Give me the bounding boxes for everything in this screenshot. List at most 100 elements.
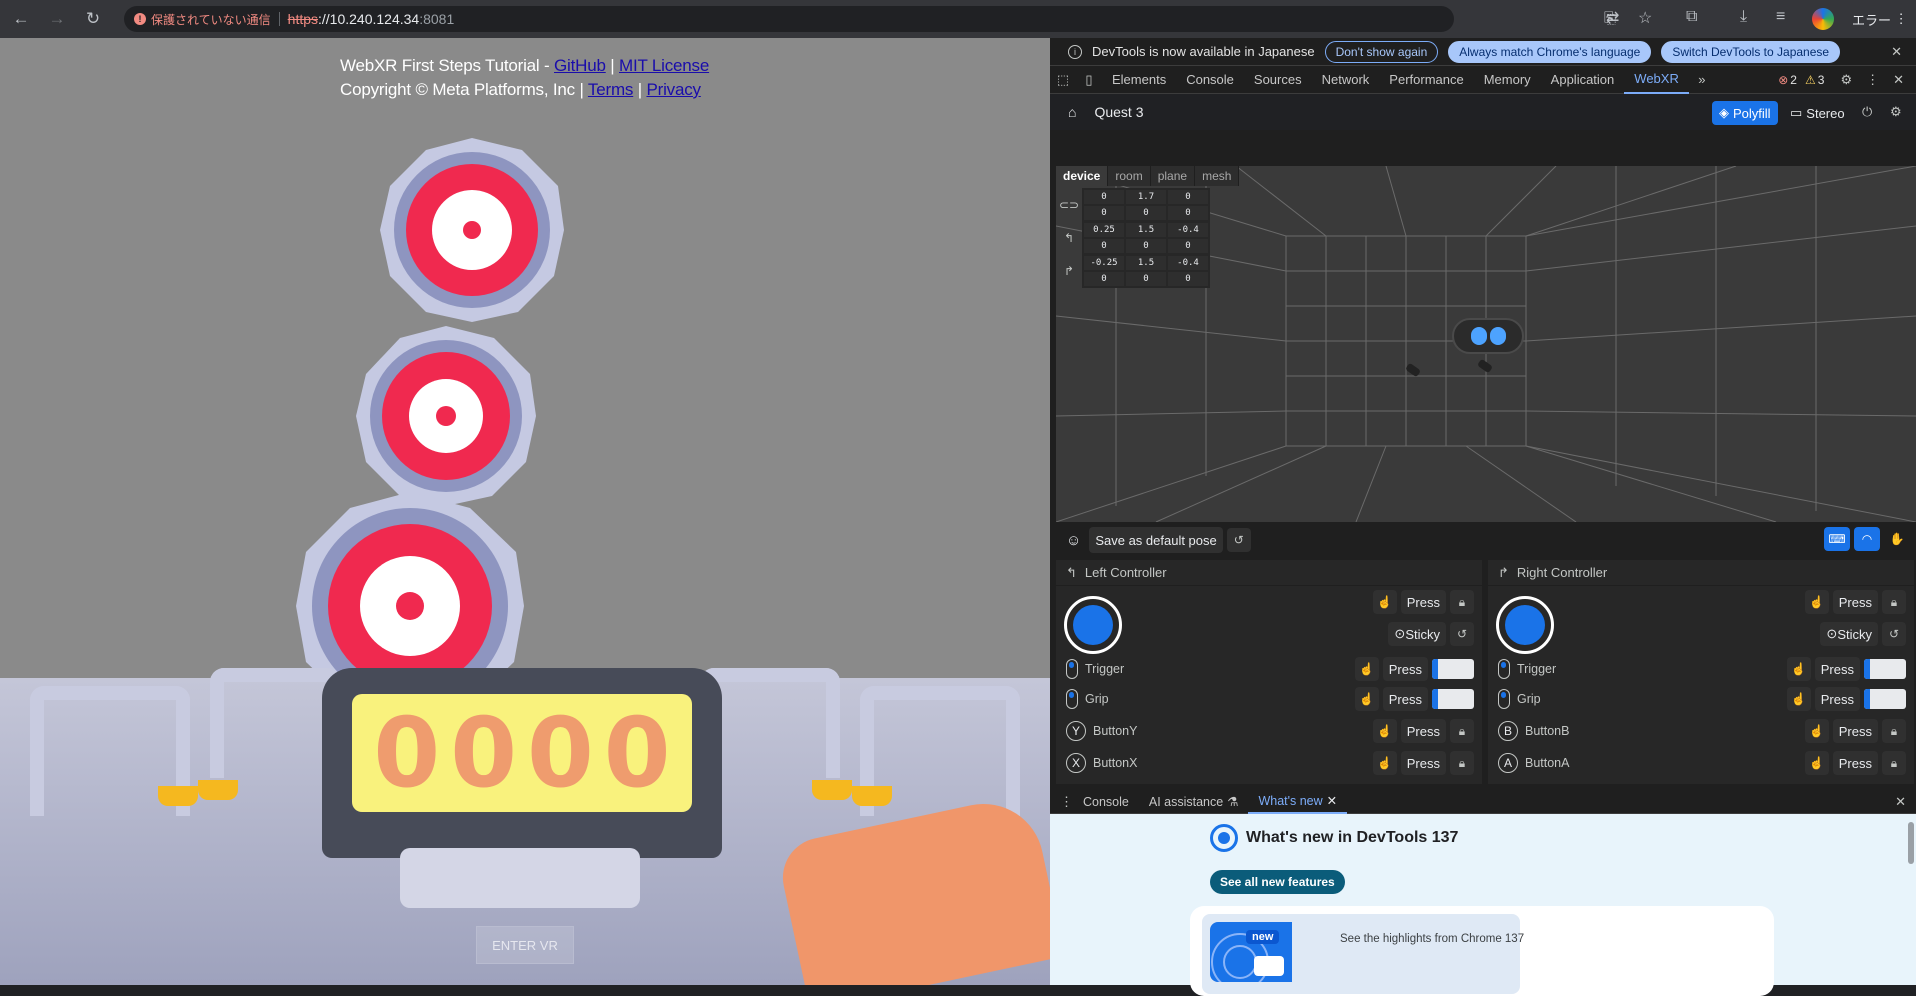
target-top[interactable] (378, 136, 566, 324)
settings-gear-icon[interactable]: ⚙ (1840, 72, 1852, 88)
touch-icon[interactable]: ☝ (1786, 687, 1811, 711)
address-bar[interactable]: ! 保護されていない通信 https://10.240.124.34:8081 … (124, 6, 1616, 32)
press-button[interactable]: Press (1814, 687, 1860, 711)
pose-value[interactable]: 0 (1084, 205, 1124, 220)
touch-icon[interactable]: ☝ (1786, 657, 1811, 681)
lock-icon[interactable]: 🔒︎ (1882, 719, 1906, 743)
bookmark-star-icon[interactable]: ☆ (1638, 8, 1652, 28)
extensions-icon[interactable]: ⧉ (1686, 8, 1697, 26)
press-button[interactable]: Press (1382, 687, 1428, 711)
touch-icon[interactable]: ☝ (1354, 657, 1379, 681)
press-button[interactable]: Press (1400, 751, 1446, 775)
close-tab-icon[interactable]: ✕ (1327, 793, 1337, 808)
github-link[interactable]: GitHub (554, 56, 606, 75)
close-drawer-icon[interactable]: ✕ (1895, 794, 1906, 810)
target-middle[interactable] (354, 324, 538, 508)
tab-elements[interactable]: Elements (1102, 66, 1176, 94)
profile-avatar[interactable] (1812, 8, 1834, 30)
pose-value[interactable]: -0.4 (1168, 255, 1208, 270)
tab-sources[interactable]: Sources (1244, 66, 1312, 94)
tab-performance[interactable]: Performance (1379, 66, 1473, 94)
left-thumbstick[interactable] (1064, 596, 1122, 654)
pose-value[interactable]: 0 (1126, 238, 1166, 253)
keyboard-mode-icon[interactable]: ⌨ (1824, 527, 1850, 551)
touch-icon[interactable]: ☝ (1372, 719, 1397, 743)
power-icon[interactable]: ⏻ (1862, 104, 1872, 120)
error-pill[interactable]: エラー ⋮ (1846, 7, 1914, 31)
grip-slider[interactable] (1864, 689, 1906, 709)
pose-value[interactable]: 1.5 (1126, 222, 1166, 237)
pose-value[interactable]: 0 (1126, 205, 1166, 220)
reset-icon[interactable]: ↺ (1882, 622, 1906, 646)
thumbstick-knob[interactable] (1073, 605, 1113, 645)
inspect-icon[interactable]: ⬚ (1050, 72, 1076, 88)
reload-icon[interactable]: ↻ (78, 4, 108, 34)
kebab-menu-icon[interactable]: ⋮ (1866, 72, 1879, 88)
press-button[interactable]: Press (1382, 657, 1428, 681)
drawer-scrollbar[interactable] (1906, 816, 1916, 985)
reset-pose-icon[interactable]: ↺ (1226, 528, 1251, 552)
tab-mesh[interactable]: mesh (1195, 166, 1240, 186)
device-toolbar-icon[interactable]: ▯ (1076, 72, 1102, 88)
lock-icon[interactable]: 🔒︎ (1882, 590, 1906, 614)
save-default-pose-button[interactable]: Save as default pose (1089, 527, 1223, 553)
touch-icon[interactable]: ☝ (1372, 590, 1397, 614)
pose-value[interactable]: 0 (1084, 189, 1124, 204)
trigger-slider[interactable] (1864, 659, 1906, 679)
drawer-tab-whats-new[interactable]: What's new ✕ (1248, 790, 1348, 814)
tab-console[interactable]: Console (1176, 66, 1244, 94)
touch-icon[interactable]: ☝ (1372, 751, 1397, 775)
lock-icon[interactable]: 🔒︎ (1882, 751, 1906, 775)
translate-icon[interactable]: ⇄ (1606, 8, 1619, 28)
press-button[interactable]: Press (1400, 719, 1446, 743)
sticky-button[interactable]: ⊙ Sticky (1820, 622, 1878, 646)
highlights-text[interactable]: See the highlights from Chrome 137 (1340, 933, 1524, 945)
press-button[interactable]: Press (1832, 751, 1878, 775)
security-warning[interactable]: ! 保護されていない通信 (134, 11, 271, 28)
lock-icon[interactable]: 🔒︎ (1450, 719, 1474, 743)
tab-memory[interactable]: Memory (1474, 66, 1541, 94)
drawer-menu-icon[interactable]: ⋮ (1060, 794, 1073, 810)
pose-value[interactable]: 0 (1084, 271, 1124, 286)
grip-slider[interactable] (1432, 689, 1474, 709)
settings-icon[interactable]: ⚙ (1890, 104, 1902, 120)
device-name[interactable]: Quest 3 (1094, 104, 1143, 120)
lock-icon[interactable]: 🔒︎ (1450, 751, 1474, 775)
terms-link[interactable]: Terms (588, 80, 633, 99)
error-count[interactable]: ⊗ 2 (1778, 73, 1797, 87)
trigger-slider[interactable] (1432, 659, 1474, 679)
right-thumbstick[interactable] (1496, 596, 1554, 654)
hand-mode-icon[interactable]: ✋ (1884, 527, 1910, 551)
more-tabs-icon[interactable]: » (1689, 72, 1715, 87)
touch-icon[interactable]: ☝ (1804, 751, 1829, 775)
touch-icon[interactable]: ☝ (1354, 687, 1379, 711)
pose-value[interactable]: 0 (1168, 189, 1208, 204)
reset-icon[interactable]: ↺ (1450, 622, 1474, 646)
stereo-button[interactable]: ▭ Stereo (1786, 101, 1849, 125)
drawer-tab-console[interactable]: Console (1073, 790, 1139, 814)
forward-icon[interactable]: → (42, 4, 72, 34)
headset-model[interactable] (1452, 318, 1524, 354)
pose-value[interactable]: 0 (1168, 205, 1208, 220)
press-button[interactable]: Press (1400, 590, 1446, 614)
tab-network[interactable]: Network (1312, 66, 1380, 94)
pose-value[interactable]: 0.25 (1084, 222, 1124, 237)
back-icon[interactable]: ← (6, 4, 36, 34)
touch-icon[interactable]: ☝ (1804, 719, 1829, 743)
scroll-thumb[interactable] (1908, 822, 1914, 864)
thumbstick-knob[interactable] (1505, 605, 1545, 645)
tab-device[interactable]: device (1056, 166, 1109, 186)
drawer-tab-ai-assistance[interactable]: AI assistance ⚗ (1139, 790, 1249, 814)
pose-value[interactable]: -0.4 (1168, 222, 1208, 237)
switch-to-japanese-button[interactable]: Switch DevTools to Japanese (1661, 40, 1841, 63)
pose-value[interactable]: 0 (1084, 238, 1124, 253)
pose-value[interactable]: 0 (1168, 238, 1208, 253)
see-all-features-button[interactable]: See all new features (1210, 870, 1345, 894)
enter-vr-button[interactable]: ENTER VR (476, 926, 574, 964)
media-control-icon[interactable]: ≡ (1776, 8, 1785, 26)
tab-application[interactable]: Application (1541, 66, 1625, 94)
pose-value[interactable]: 1.7 (1126, 189, 1166, 204)
dont-show-again-button[interactable]: Don't show again (1324, 40, 1439, 63)
tab-webxr[interactable]: WebXR (1624, 66, 1689, 94)
touch-icon[interactable]: ☝ (1804, 590, 1829, 614)
